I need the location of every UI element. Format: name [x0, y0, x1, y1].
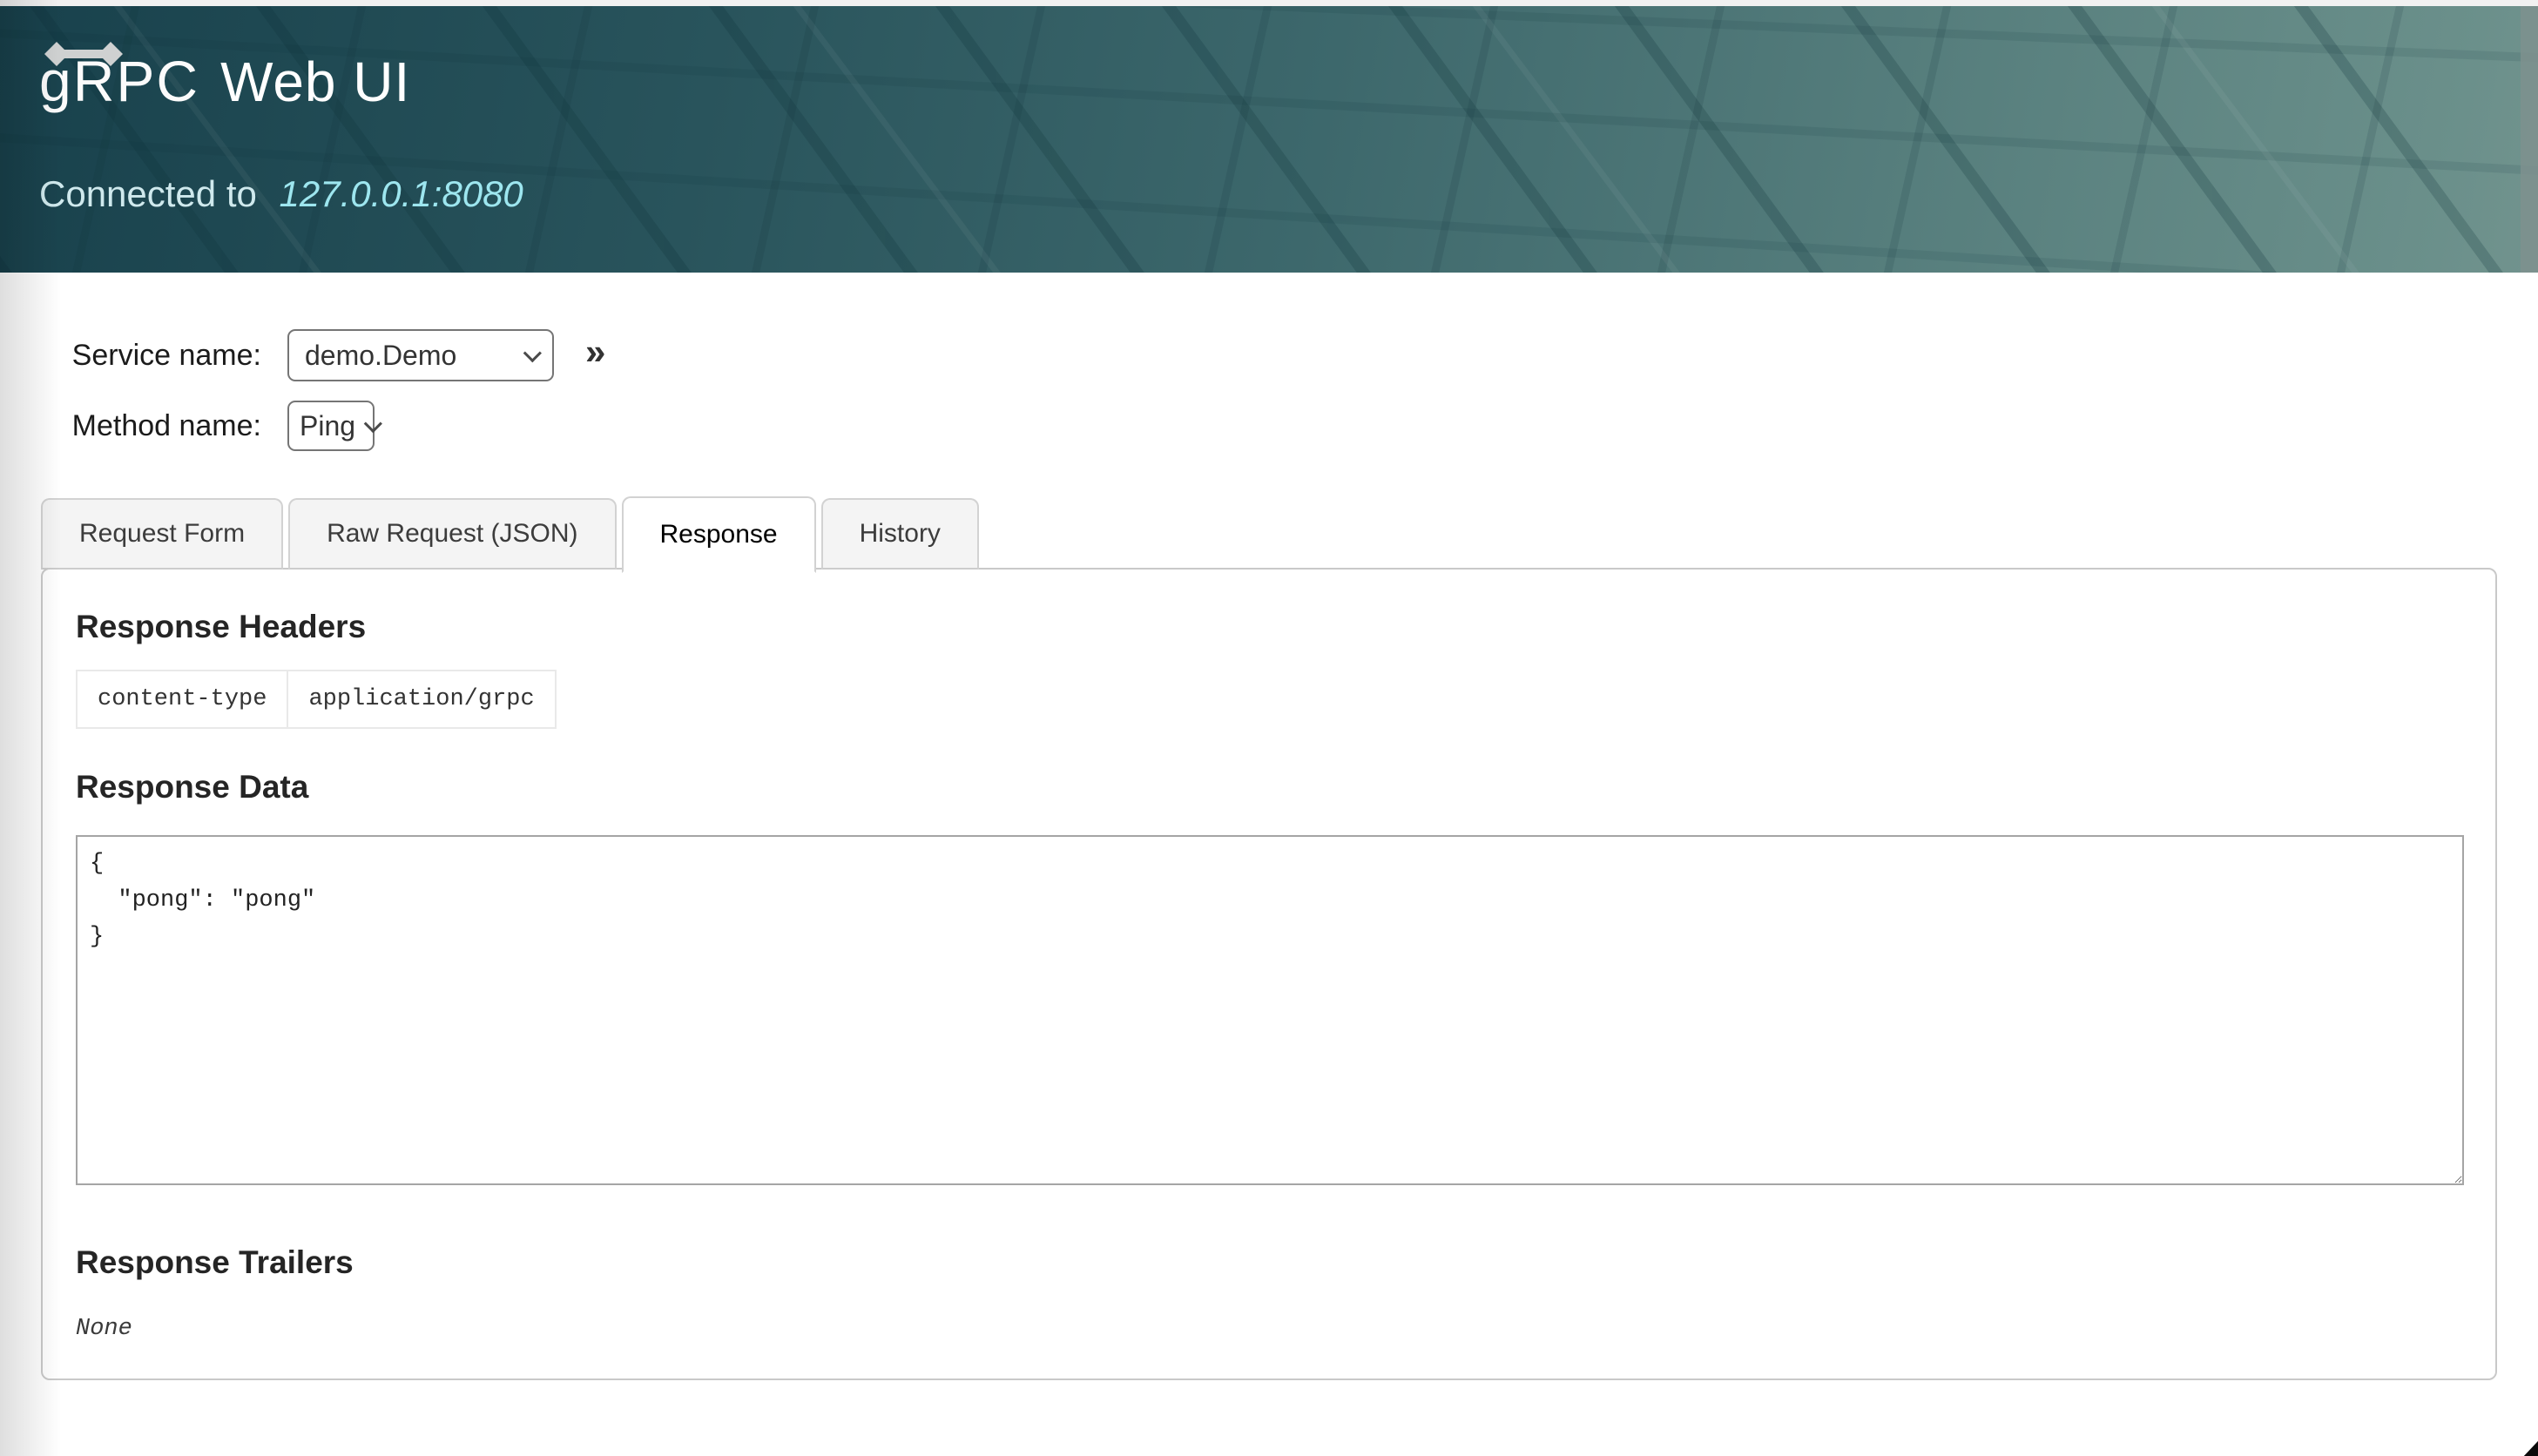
cursor-artifact	[2521, 1440, 2538, 1456]
tab-raw-request-json[interactable]: Raw Request (JSON)	[288, 498, 616, 570]
method-name-label: Method name:	[0, 409, 261, 443]
tab-request-form[interactable]: Request Form	[41, 498, 283, 570]
chevron-down-icon	[364, 415, 382, 433]
service-name-label: Service name:	[0, 339, 261, 373]
connected-label: Connected to	[39, 173, 257, 214]
response-panel: Response Headers content-type applicatio…	[41, 568, 2497, 1380]
invoke-expand-button[interactable]: »	[582, 334, 609, 377]
app-header-banner: gRPCWeb UI Connected to 127.0.0.1:8080	[0, 6, 2538, 273]
app-title: gRPCWeb UI	[39, 48, 410, 114]
title-suffix: Web UI	[220, 51, 410, 113]
table-row: content-type application/grpc	[77, 671, 556, 728]
service-row: Service name: demo.Demo »	[0, 329, 2538, 381]
response-data-textarea[interactable]: { "pong": "pong" }	[76, 835, 2464, 1185]
window-top-edge	[0, 0, 2538, 6]
connected-address: 127.0.0.1:8080	[280, 173, 523, 214]
connection-status: Connected to 127.0.0.1:8080	[39, 173, 523, 215]
chevron-down-icon	[523, 344, 542, 362]
banner-right-edge	[2521, 6, 2538, 273]
method-row: Method name: Ping	[0, 401, 2538, 451]
tabstrip: Request Form Raw Request (JSON) Response…	[41, 496, 2497, 570]
response-data-title: Response Data	[76, 769, 2462, 806]
grpc-logo-arrow-icon	[44, 41, 124, 67]
tab-history[interactable]: History	[821, 498, 979, 570]
mesh-pattern-decoration	[0, 6, 2538, 273]
tab-response[interactable]: Response	[622, 496, 816, 573]
header-name-cell: content-type	[77, 671, 287, 728]
header-value-cell: application/grpc	[287, 671, 555, 728]
service-select[interactable]: demo.Demo	[287, 329, 554, 381]
tabs-area: Request Form Raw Request (JSON) Response…	[41, 496, 2497, 1380]
method-select[interactable]: Ping	[287, 401, 375, 451]
response-trailers-value: None	[76, 1316, 2462, 1342]
response-trailers-title: Response Trailers	[76, 1244, 2462, 1281]
service-method-controls: Service name: demo.Demo » Method name: P…	[0, 329, 2538, 451]
response-headers-table: content-type application/grpc	[76, 670, 557, 729]
response-headers-title: Response Headers	[76, 609, 2462, 645]
service-select-value: demo.Demo	[305, 340, 456, 372]
method-select-value: Ping	[300, 410, 355, 442]
